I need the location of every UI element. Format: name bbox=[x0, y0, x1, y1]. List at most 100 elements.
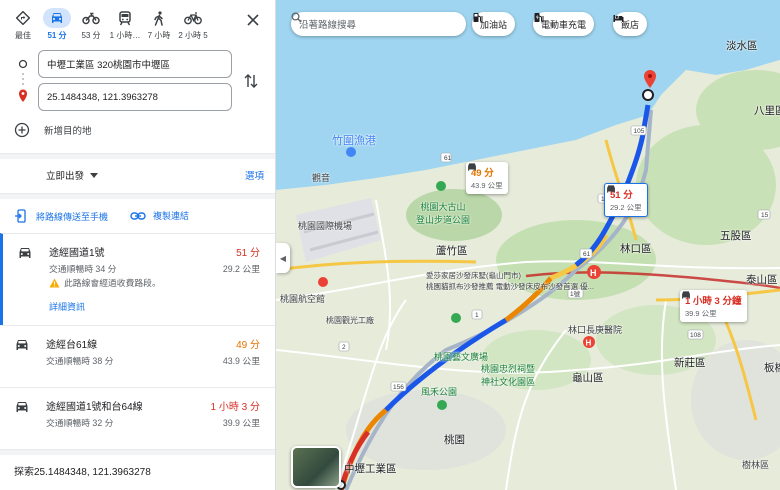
add-destination-label: 新增目的地 bbox=[44, 126, 92, 137]
mode-car[interactable]: 51 分 bbox=[40, 8, 74, 44]
svg-text:15: 15 bbox=[761, 212, 769, 219]
directions-panel: 最佳 51 分 53 分 1 小時… 7 小時 2 小時 5 中壢工業區 320… bbox=[0, 0, 276, 490]
svg-text:156: 156 bbox=[393, 384, 404, 391]
mode-bike[interactable]: 2 小時 5 bbox=[176, 8, 210, 44]
route-distance: 43.9 公里 bbox=[222, 356, 260, 366]
chip-ev-charging[interactable]: 電動車充電 bbox=[533, 12, 595, 36]
close-icon[interactable] bbox=[245, 12, 263, 30]
mode-walk[interactable]: 7 小時 bbox=[142, 8, 176, 44]
send-to-phone-label: 將路線傳送至手機 bbox=[36, 211, 109, 222]
route-time: 51 分 bbox=[236, 248, 260, 259]
map-label-luzhu: 蘆竹區 bbox=[436, 245, 468, 257]
route-callout-alt2[interactable]: 1 小時 3 分鐘 39.9 公里 bbox=[680, 290, 747, 322]
route-option-3[interactable]: 途經國道1號和台64線 1 小時 3 分 交通順暢時 32 分 39.9 公里 bbox=[0, 387, 275, 447]
route-option-1[interactable]: 途經國道1號 51 分 交通順暢時 34 分 29.2 公里 此路線會經過收費路… bbox=[0, 233, 275, 325]
map-label-banqiao: 板橋 bbox=[764, 362, 780, 374]
route-time: 1 小時 3 分 bbox=[210, 402, 260, 413]
car-icon bbox=[468, 163, 476, 171]
svg-text:108: 108 bbox=[690, 332, 701, 339]
layers-thumbnail[interactable] bbox=[291, 446, 341, 488]
map-label-wugu: 五股區 bbox=[720, 230, 752, 242]
route-distance: 29.2 公里 bbox=[222, 264, 260, 274]
depart-dropdown[interactable]: 立即出發 bbox=[46, 168, 99, 182]
depart-row: 立即出發 選項 bbox=[0, 163, 275, 187]
route-time: 49 分 bbox=[236, 340, 260, 351]
callout-distance: 39.9 公里 bbox=[685, 309, 717, 318]
toll-warning: 此路線會經過收費路段。 bbox=[49, 276, 161, 289]
map-label-aviation: 桃園航空館 bbox=[280, 294, 326, 304]
mode-transit[interactable]: 1 小時… bbox=[108, 8, 142, 44]
gas-pump-icon bbox=[473, 13, 483, 22]
map-label-zhongli-industrial: 中壢工業區 bbox=[344, 463, 397, 475]
section-divider bbox=[0, 193, 275, 199]
map-label-hospital: 林口長庚醫院 bbox=[568, 325, 623, 335]
motorcycle-icon bbox=[80, 8, 102, 28]
car-icon bbox=[682, 291, 690, 299]
bed-icon bbox=[613, 15, 624, 22]
callout-time: 1 小時 3 分鐘 bbox=[685, 296, 742, 307]
map-label-bali: 八里區 bbox=[754, 105, 780, 117]
route-search-input[interactable]: 沿著路線搜尋 bbox=[291, 12, 466, 36]
svg-text:61: 61 bbox=[444, 155, 452, 162]
mode-best-label: 最佳 bbox=[15, 31, 31, 40]
route-details-link[interactable]: 詳細資訊 bbox=[49, 300, 85, 313]
route-callout-alt1[interactable]: 49 分 43.9 公里 bbox=[466, 162, 508, 194]
route-callout-main[interactable]: 51 分 29.2 公里 bbox=[604, 183, 648, 217]
svg-text:2: 2 bbox=[342, 344, 346, 351]
map-label-shulin: 樹林區 bbox=[742, 460, 770, 470]
car-icon bbox=[43, 8, 71, 28]
caret-down-icon bbox=[90, 172, 99, 178]
car-icon bbox=[607, 185, 615, 193]
copy-link-button[interactable]: 複製連結 bbox=[130, 209, 189, 222]
svg-text:H: H bbox=[586, 339, 592, 348]
diamond-turn-icon bbox=[12, 8, 34, 28]
route-title: 途經台61線 bbox=[46, 340, 98, 351]
walk-icon bbox=[148, 8, 170, 28]
mode-motorcycle-label: 53 分 bbox=[81, 31, 101, 40]
route-title: 途經國道1號 bbox=[49, 248, 105, 259]
route-search-placeholder: 沿著路線搜尋 bbox=[299, 20, 357, 31]
mode-transit-label: 1 小時… bbox=[109, 31, 141, 40]
route-typical-time: 交通順暢時 32 分 bbox=[46, 418, 114, 428]
mode-motorcycle[interactable]: 53 分 bbox=[74, 8, 108, 44]
options-button[interactable]: 選項 bbox=[245, 168, 264, 182]
mode-best[interactable]: 最佳 bbox=[6, 8, 40, 44]
map-label-xinzhuang: 新莊區 bbox=[674, 357, 706, 369]
car-icon bbox=[16, 402, 28, 412]
map-label-zhuwei: 竹圍漁港 bbox=[332, 135, 376, 147]
callout-distance: 29.2 公里 bbox=[610, 203, 642, 212]
add-destination-button[interactable]: 新增目的地 bbox=[14, 122, 92, 138]
ev-charger-icon bbox=[534, 13, 544, 22]
route-title: 途經國道1號和台64線 bbox=[46, 402, 143, 413]
origin-input[interactable]: 中壢工業區 320桃園市中壢區 bbox=[38, 50, 232, 78]
collapse-panel-button[interactable]: ◀ bbox=[276, 243, 290, 273]
copy-link-label: 複製連結 bbox=[153, 211, 190, 221]
send-phone-icon bbox=[15, 209, 26, 223]
chip-gas-stations[interactable]: 加油站 bbox=[472, 12, 516, 36]
route-markers-icon bbox=[18, 59, 28, 102]
explore-destination[interactable]: 探索25.1484348, 121.3963278 bbox=[14, 463, 151, 478]
swap-icon[interactable] bbox=[243, 72, 261, 90]
map-label-art-center: 桃園藝文廣場 bbox=[434, 352, 489, 362]
chip-hotels[interactable]: 飯店 bbox=[613, 12, 648, 36]
map-label-museum: 桃園忠烈祠暨 神社文化園區 bbox=[481, 364, 536, 387]
add-circle-icon bbox=[14, 122, 30, 138]
svg-text:61: 61 bbox=[583, 251, 591, 258]
route-inputs: 中壢工業區 320桃園市中壢區 25.1484348, 121.3963278 … bbox=[0, 50, 275, 145]
send-to-phone-button[interactable]: 將路線傳送至手機 bbox=[14, 209, 108, 223]
link-icon bbox=[130, 211, 146, 220]
destination-input[interactable]: 25.1484348, 121.3963278 bbox=[38, 83, 232, 111]
depart-label: 立即出發 bbox=[46, 171, 85, 182]
map-canvas[interactable]: H H 105 15 61 1號 1 61 108 2 156 15 沿著路線搜… bbox=[276, 0, 780, 490]
map-label-fengxing: 風禾公園 bbox=[421, 387, 458, 397]
toll-warning-text: 此路線會經過收費路段。 bbox=[64, 278, 161, 288]
map-label-airport: 桃園國際機場 bbox=[298, 221, 353, 231]
route-distance: 39.9 公里 bbox=[222, 418, 260, 428]
map-label-furniture-store: 愛莎家居沙發床墅(龜山門市) 桃園貓抓布沙發推薦 電動沙發床皮布沙發首選 優..… bbox=[426, 271, 594, 291]
route-option-2[interactable]: 途經台61線 49 分 交通順暢時 38 分 43.9 公里 bbox=[0, 325, 275, 385]
share-row: 將路線傳送至手機 複製連結 bbox=[0, 205, 275, 229]
route-typical-time: 交通順暢時 34 分 bbox=[49, 264, 117, 274]
chip-ev-label: 電動車充電 bbox=[541, 19, 587, 30]
car-icon bbox=[16, 340, 28, 350]
train-icon bbox=[114, 8, 136, 28]
